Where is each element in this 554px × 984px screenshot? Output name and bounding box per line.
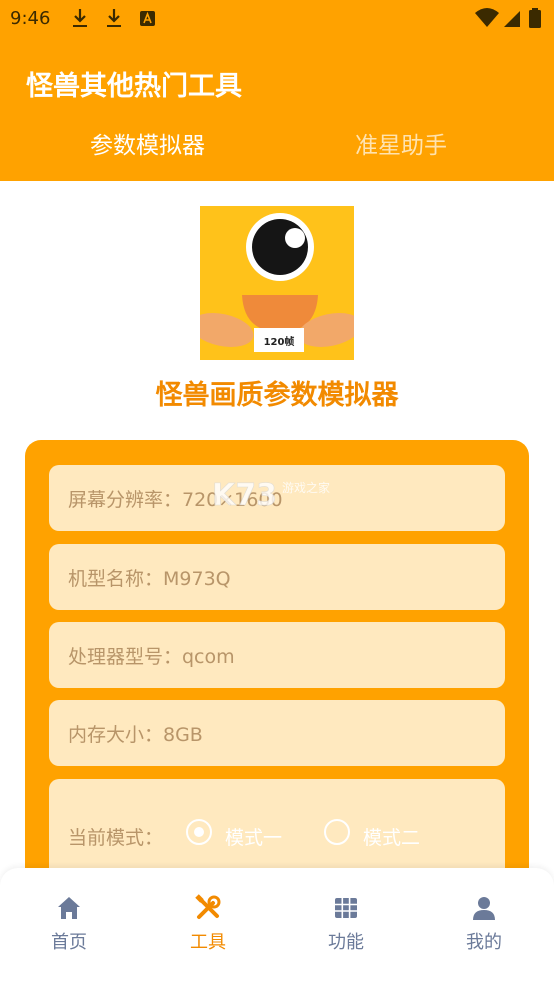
mode-one-label[interactable]: 模式一 bbox=[225, 823, 282, 850]
nav-item-features[interactable]: 功能 bbox=[301, 894, 391, 964]
home-icon bbox=[58, 897, 80, 919]
nav-item-profile[interactable]: 我的 bbox=[439, 894, 529, 964]
watermark-logo: K73 游戏之家 bbox=[212, 478, 330, 514]
app-header: 怪兽其他热门工具 参数模拟器 准星助手 bbox=[0, 38, 554, 181]
tab-crosshair-assistant[interactable]: 准星助手 bbox=[355, 126, 447, 160]
tools-icon bbox=[195, 894, 221, 919]
watermark-subtext: 游戏之家 bbox=[282, 480, 330, 495]
nav-item-home[interactable]: 首页 bbox=[24, 894, 114, 964]
mode-one-radio[interactable] bbox=[186, 819, 212, 845]
radio-selected-dot bbox=[194, 827, 204, 837]
memory-field[interactable]: 内存大小：8GB bbox=[49, 700, 505, 766]
download-icon bbox=[73, 9, 87, 27]
battery-icon bbox=[529, 8, 541, 28]
page-title: 怪兽其他热门工具 bbox=[26, 71, 242, 102]
nav-item-tools[interactable]: 工具 bbox=[163, 894, 253, 964]
status-bar: 9:46 bbox=[0, 0, 554, 38]
status-time: 9:46 bbox=[10, 8, 51, 29]
wifi-icon bbox=[475, 8, 499, 27]
download-icon bbox=[107, 9, 121, 27]
processor-value: 处理器型号：qcom bbox=[68, 646, 235, 668]
nav-label-home: 首页 bbox=[51, 932, 87, 953]
logo-badge: 120帧 bbox=[264, 335, 295, 348]
tool-logo: 120帧 bbox=[200, 206, 354, 360]
nav-label-profile: 我的 bbox=[466, 932, 502, 953]
signal-icon bbox=[504, 11, 520, 27]
model-field[interactable]: 机型名称：M973Q bbox=[49, 544, 505, 610]
model-value: 机型名称：M973Q bbox=[68, 568, 231, 590]
nav-label-tools: 工具 bbox=[190, 932, 226, 953]
memory-value: 内存大小：8GB bbox=[68, 724, 203, 746]
tool-title: 怪兽画质参数模拟器 bbox=[155, 380, 399, 411]
app-notification-icon bbox=[140, 11, 155, 26]
mode-label: 当前模式： bbox=[68, 827, 164, 849]
processor-field[interactable]: 处理器型号：qcom bbox=[49, 622, 505, 688]
mode-two-label[interactable]: 模式二 bbox=[363, 823, 420, 850]
tab-parameter-simulator[interactable]: 参数模拟器 bbox=[90, 126, 205, 160]
watermark-text: K73 bbox=[212, 478, 277, 513]
nav-label-features: 功能 bbox=[328, 932, 364, 953]
grid-icon bbox=[335, 898, 357, 918]
mode-two-radio[interactable] bbox=[324, 819, 350, 845]
person-icon bbox=[473, 897, 495, 920]
bottom-nav: 首页 工具 功能 我的 bbox=[0, 868, 554, 984]
